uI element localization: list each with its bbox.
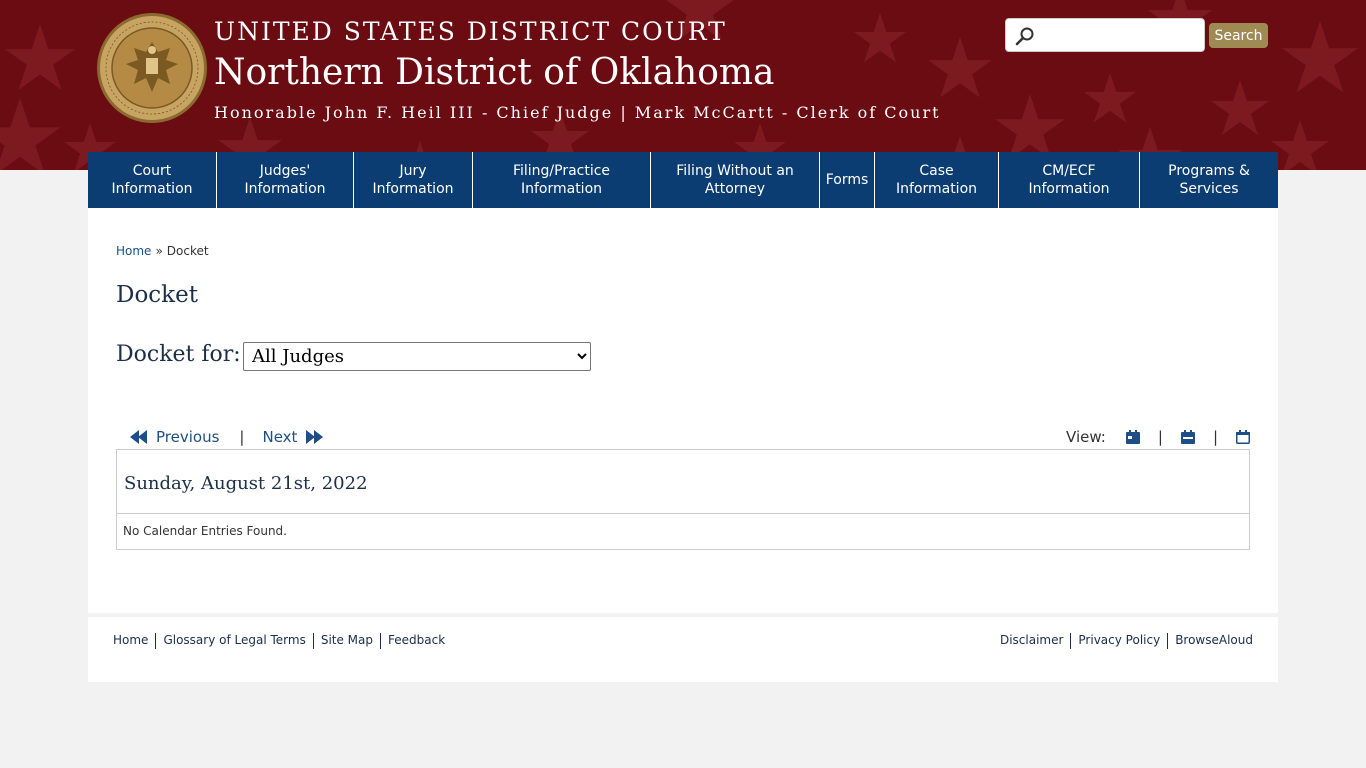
month-view-icon[interactable] xyxy=(1236,430,1250,444)
nav-jury-information[interactable]: Jury Information xyxy=(354,152,473,208)
search-box xyxy=(1005,18,1205,52)
search-button[interactable]: Search xyxy=(1209,23,1268,48)
nav-forms[interactable]: Forms xyxy=(820,152,875,208)
previous-label: Previous xyxy=(156,428,220,446)
page-title: Docket xyxy=(116,282,198,308)
view-separator: | xyxy=(1212,428,1218,446)
week-view-icon[interactable] xyxy=(1180,430,1195,444)
district-name[interactable]: Northern District of Oklahoma xyxy=(214,52,775,93)
double-chevron-left-icon xyxy=(130,430,147,444)
court-name: UNITED STATES DISTRICT COURT xyxy=(214,17,727,46)
footer-home-link[interactable]: Home xyxy=(113,633,148,649)
breadcrumb-current: Docket xyxy=(166,244,209,258)
view-separator: | xyxy=(1157,428,1163,446)
nav-label: Judges' xyxy=(259,163,311,179)
footer-separator xyxy=(155,633,157,649)
day-view-icon[interactable] xyxy=(1125,430,1140,444)
next-link[interactable]: Next xyxy=(262,428,324,446)
court-officials: Honorable John F. Heil III - Chief Judge… xyxy=(214,103,941,122)
site-footer: Home Glossary of Legal Terms Site Map Fe… xyxy=(88,617,1278,682)
nav-label: Information xyxy=(1028,181,1110,197)
footer-links-right: Disclaimer Privacy Policy BrowseAloud xyxy=(1000,633,1253,649)
judge-select[interactable]: All Judges xyxy=(243,342,591,371)
nav-programs-services[interactable]: Programs & Services xyxy=(1140,152,1278,208)
previous-link[interactable]: Previous xyxy=(130,428,219,446)
footer-separator xyxy=(1070,633,1072,649)
nav-label: Services xyxy=(1179,181,1239,197)
nav-judges-information[interactable]: Judges' Information xyxy=(217,152,354,208)
footer-glossary-link[interactable]: Glossary of Legal Terms xyxy=(163,633,305,649)
nav-label: Information xyxy=(111,181,193,197)
footer-browsealoud-link[interactable]: BrowseAloud xyxy=(1175,633,1253,649)
footer-separator xyxy=(312,633,314,649)
nav-label: Filing/Practice xyxy=(512,163,611,179)
nav-label: Attorney xyxy=(704,181,766,197)
view-switcher: View: | | xyxy=(1066,428,1250,446)
nav-label: Jury xyxy=(399,163,427,179)
breadcrumb: Home » Docket xyxy=(116,244,209,258)
court-seal-icon[interactable] xyxy=(96,12,208,124)
calendar-panel: Sunday, August 21st, 2022 No Calendar En… xyxy=(116,449,1250,550)
double-chevron-right-icon xyxy=(306,430,324,444)
nav-label: Filing Without an xyxy=(676,163,794,179)
nav-filing-practice-information[interactable]: Filing/Practice Information xyxy=(473,152,651,208)
nav-label: Forms xyxy=(825,172,869,188)
nav-case-information[interactable]: Case Information xyxy=(875,152,999,208)
footer-sitemap-link[interactable]: Site Map xyxy=(321,633,373,649)
main-nav: Court Information Judges' Information Jury… xyxy=(88,152,1278,208)
search-input[interactable] xyxy=(1040,23,1200,47)
footer-privacy-link[interactable]: Privacy Policy xyxy=(1078,633,1160,649)
footer-feedback-link[interactable]: Feedback xyxy=(388,633,445,649)
nav-label: Programs & xyxy=(1168,163,1250,179)
pager-separator: | xyxy=(239,428,245,446)
pager: Previous | Next xyxy=(130,428,324,446)
footer-disclaimer-link[interactable]: Disclaimer xyxy=(1000,633,1063,649)
nav-label: Information xyxy=(895,181,978,197)
calendar-divider xyxy=(117,513,1249,514)
docket-for-label: Docket for: xyxy=(116,342,241,367)
search-icon xyxy=(1015,27,1034,46)
nav-label: Court xyxy=(132,163,172,179)
calendar-empty-message: No Calendar Entries Found. xyxy=(123,524,287,538)
nav-label: CM/ECF xyxy=(1042,163,1096,179)
footer-separator xyxy=(1167,633,1169,649)
calendar-date: Sunday, August 21st, 2022 xyxy=(124,473,368,494)
view-label: View: xyxy=(1066,428,1106,446)
nav-label: Information xyxy=(520,181,603,197)
nav-filing-without-attorney[interactable]: Filing Without an Attorney xyxy=(651,152,820,208)
nav-label: Case xyxy=(919,163,954,179)
breadcrumb-separator: » xyxy=(155,244,163,258)
nav-label: Information xyxy=(244,181,326,197)
nav-cmecf-information[interactable]: CM/ECF Information xyxy=(999,152,1140,208)
breadcrumb-home[interactable]: Home xyxy=(116,244,151,258)
nav-label: Information xyxy=(372,181,454,197)
nav-court-information[interactable]: Court Information xyxy=(88,152,217,208)
footer-links-left: Home Glossary of Legal Terms Site Map Fe… xyxy=(113,633,445,649)
main-content: Home» Docket Docket Docket for: All Judge… xyxy=(88,208,1278,613)
next-label: Next xyxy=(262,428,298,446)
footer-separator xyxy=(380,633,382,649)
